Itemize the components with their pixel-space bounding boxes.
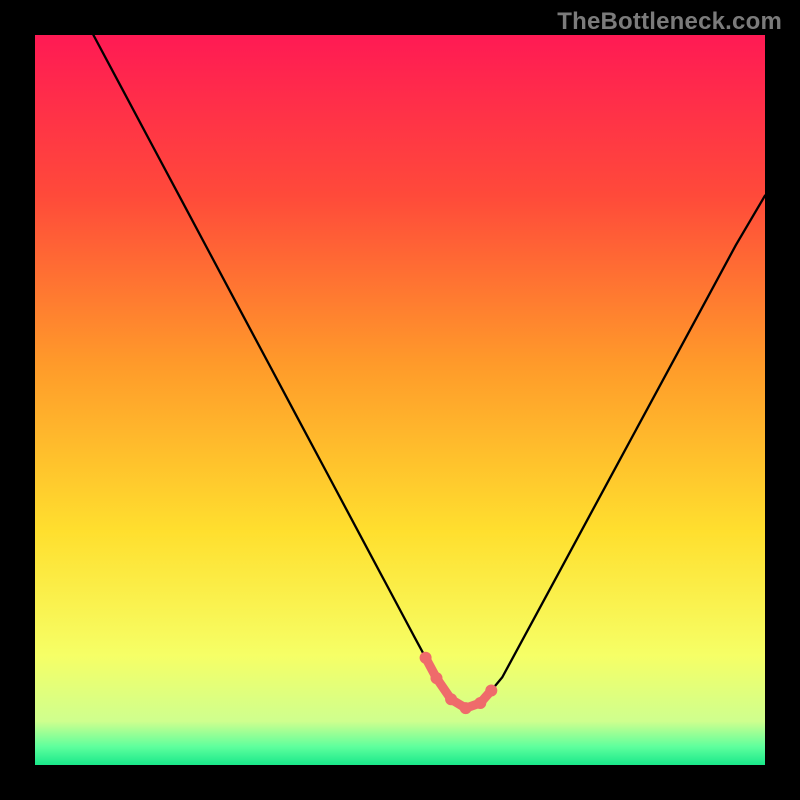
chart-frame: TheBottleneck.com	[0, 0, 800, 800]
valley-point	[460, 702, 472, 714]
valley-point	[445, 693, 457, 705]
watermark-text: TheBottleneck.com	[557, 8, 782, 36]
valley-point	[420, 652, 432, 664]
bottleneck-chart	[0, 0, 800, 800]
valley-point	[485, 685, 497, 697]
valley-point	[474, 697, 486, 709]
valley-point	[431, 672, 443, 684]
plot-background	[35, 35, 765, 765]
